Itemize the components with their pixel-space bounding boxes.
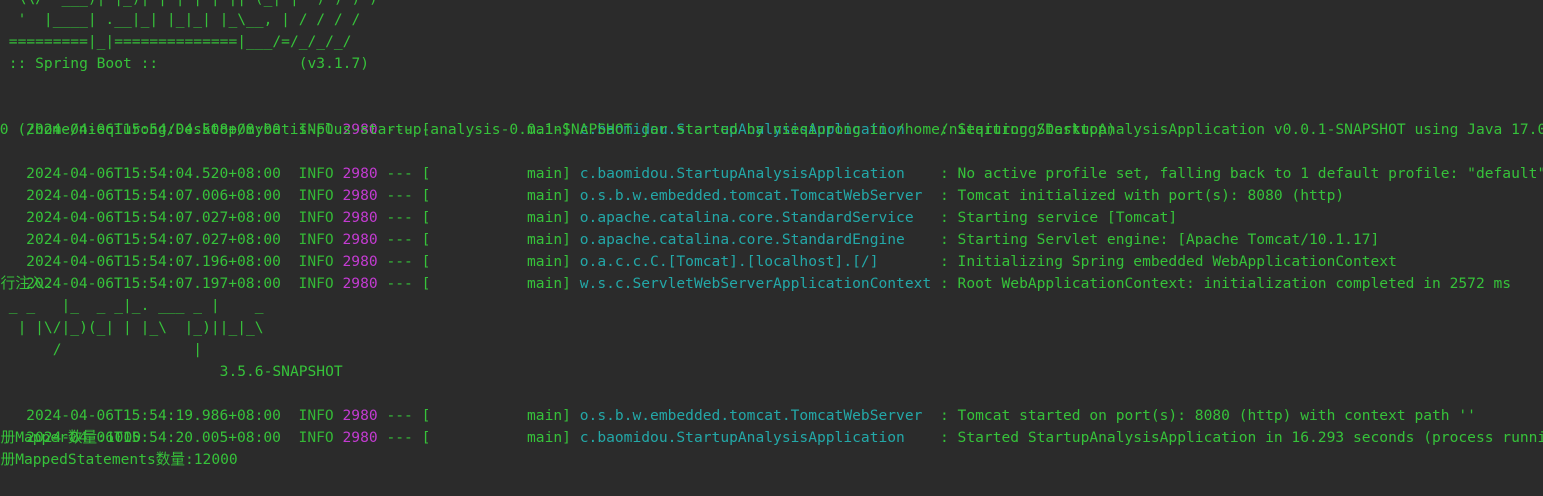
log-line: 2024-04-06T15:54:20.005+08:00 INFO 2980 … [26, 429, 1543, 446]
mybatis-banner-line: | |\/|_)(_| | |_\ |_)||_|_\ [0, 319, 264, 336]
terminal-window[interactable]: \\/ ___)| |_)| | | | | || (_| | ) ) ) ) … [0, 0, 1543, 496]
log-line: 2024-04-06T15:54:04.520+08:00 INFO 2980 … [26, 165, 1543, 182]
log-line: 2024-04-06T15:54:07.006+08:00 INFO 2980 … [26, 187, 1345, 204]
log-line: 2024-04-06T15:54:04.508+08:00 INFO 2980 … [26, 121, 1543, 138]
injection-notice: 并行注入. [0, 275, 54, 292]
log-continuation: 30 (/home/nieqiurong/Desktop/mybatis-plu… [0, 121, 1116, 138]
log-line: 2024-04-06T15:54:07.197+08:00 INFO 2980 … [26, 275, 1512, 292]
mybatis-banner-line: / | [0, 341, 203, 358]
log-line: 2024-04-06T15:54:19.986+08:00 INFO 2980 … [26, 407, 1476, 424]
banner-line: ' |____| .__|_| |_|_| |_\__, | / / / / [0, 11, 361, 28]
banner-line: =========|_|==============|___/=/_/_/_/ [0, 33, 352, 50]
mapped-statements-count-line: 注册MappedStatements数量:12000 [0, 451, 238, 468]
log-line: 2024-04-06T15:54:07.196+08:00 INFO 2980 … [26, 253, 1397, 270]
log-line: 2024-04-06T15:54:07.027+08:00 INFO 2980 … [26, 231, 1380, 248]
mapper-count-line: 注册Mapper数量:1000 [0, 429, 142, 446]
spring-boot-version-line: :: Spring Boot :: (v3.1.7) [0, 55, 370, 72]
mybatis-banner-line: _ _ |_ _ _|_. ___ _ | _ [0, 297, 264, 314]
log-line: 2024-04-06T15:54:07.027+08:00 INFO 2980 … [26, 209, 1178, 226]
mybatis-version-line: 3.5.6-SNAPSHOT [0, 363, 343, 380]
